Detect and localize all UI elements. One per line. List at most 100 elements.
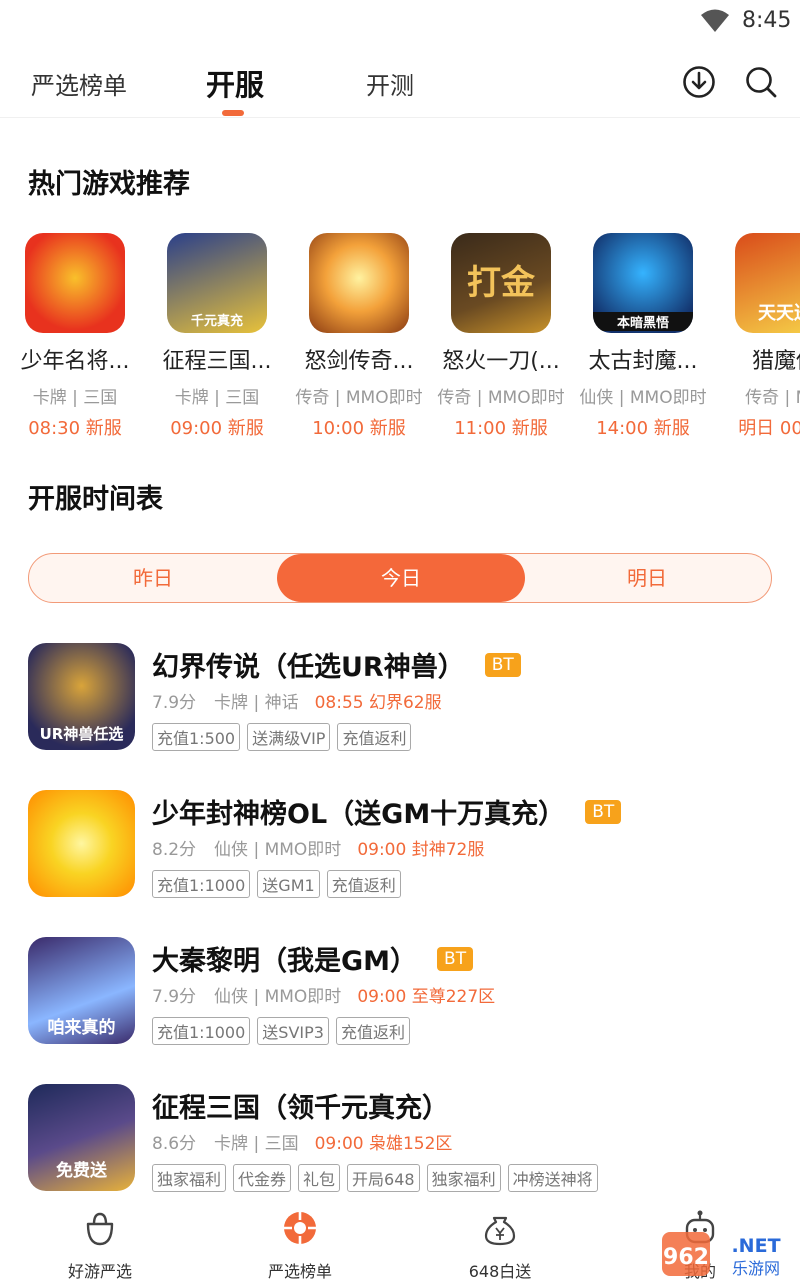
game-tag: 送GM1 <box>257 870 320 898</box>
game-list-item[interactable]: 咱来真的 大秦黎明（我是GM） BT 7.9分 仙侠 | MMO即时 09:00 至… <box>0 937 800 1077</box>
hot-game-tags: 卡牌 | 三国 <box>174 388 260 408</box>
game-title: 征程三国（领千元真充） <box>152 1093 449 1124</box>
game-title: 大秦黎明（我是GM） <box>152 946 418 977</box>
game-icon: 本暗黑悟 <box>593 233 693 333</box>
game-list-item[interactable]: 少年封神榜OL（送GM十万真充） BT 8.2分 仙侠 | MMO即时 09:00 … <box>0 790 800 930</box>
game-icon: 咱来真的 <box>28 937 135 1044</box>
nav-item-648[interactable]: 648白送 <box>440 1208 560 1280</box>
game-tags: 独家福利 代金券 礼包 开局648 独家福利 冲榜送神将 <box>152 1164 605 1192</box>
search-icon[interactable] <box>744 65 778 99</box>
hot-games-carousel[interactable]: 少年名将... 卡牌 | 三国 08:30 新服 千元真充 征程三国... 卡牌… <box>0 233 800 443</box>
tab-ranking[interactable]: 严选榜单 <box>31 66 127 101</box>
game-tags: 充值1:1000 送GM1 充值返利 <box>152 870 408 898</box>
download-icon[interactable] <box>682 65 716 99</box>
hot-game-time: 10:00 新服 <box>312 418 406 439</box>
bag-icon <box>86 1212 114 1246</box>
game-category: 卡牌 | 三国 <box>214 1134 299 1154</box>
hot-game-name: 猎魔传 <box>751 349 800 374</box>
hot-game-card[interactable]: 千元真充 征程三国... 卡牌 | 三国 09:00 新服 <box>146 233 288 440</box>
hot-game-tags: 卡牌 | 三国 <box>32 388 118 408</box>
game-icon: 天天送 <box>735 233 800 333</box>
game-tag: 礼包 <box>298 1164 341 1192</box>
game-icon-caption: 免费送 <box>56 1161 107 1181</box>
site-watermark: 962 .NET 乐游网 <box>662 1232 781 1278</box>
game-score: 8.2分 <box>152 840 197 860</box>
hot-game-tags: 传奇 | MMO即时 <box>295 388 423 408</box>
game-score: 8.6分 <box>152 1134 197 1154</box>
game-icon-caption: 本暗黑悟 <box>593 312 693 331</box>
game-category: 仙侠 | MMO即时 <box>214 840 342 860</box>
game-icon <box>28 790 135 897</box>
nav-label: 好游严选 <box>67 1262 132 1280</box>
game-icon: UR神兽任选 <box>28 643 135 750</box>
game-icon: 免费送 <box>28 1084 135 1191</box>
hot-game-card[interactable]: 少年名将... 卡牌 | 三国 08:30 新服 <box>4 233 146 440</box>
bt-badge: BT <box>585 799 622 824</box>
game-icon-caption: 咱来真的 <box>47 1018 116 1038</box>
hot-game-time: 明日 00:10 <box>738 418 800 439</box>
game-title-row: 征程三国（领千元真充） <box>152 1086 449 1125</box>
money-bag-icon <box>484 1216 516 1246</box>
hot-game-time: 11:00 新服 <box>454 418 548 439</box>
game-tag: 代金券 <box>233 1164 292 1192</box>
hot-game-name: 怒火一刀(... <box>442 349 560 374</box>
active-tab-indicator <box>222 110 244 116</box>
game-tag: 充值返利 <box>326 870 401 898</box>
tab-server-open[interactable]: 开服 <box>206 62 264 104</box>
schedule-title: 开服时间表 <box>28 484 163 515</box>
hot-game-time: 08:30 新服 <box>28 418 122 439</box>
game-tag: 充值返利 <box>335 1017 410 1045</box>
hot-game-name: 太古封魔... <box>588 349 698 374</box>
game-tag: 充值1:500 <box>152 723 241 751</box>
hot-game-card[interactable]: 天天送 猎魔传 传奇 | MM 明日 00:10 <box>714 233 800 440</box>
game-server-time: 09:00 封神72服 <box>357 840 485 860</box>
segment-tomorrow[interactable]: 明日 <box>523 554 771 602</box>
game-meta: 7.9分 仙侠 | MMO即时 09:00 至尊227区 <box>152 982 495 1007</box>
nav-item-home[interactable]: 好游严选 <box>40 1208 160 1280</box>
hot-game-card[interactable]: 怒剑传奇... 传奇 | MMO即时 10:00 新服 <box>288 233 430 440</box>
nav-label: 648白送 <box>468 1262 532 1280</box>
svg-text:.NET: .NET <box>731 1235 780 1257</box>
game-meta: 8.6分 卡牌 | 三国 09:00 枭雄152区 <box>152 1129 452 1154</box>
status-time: 8:45 <box>742 8 792 33</box>
game-category: 卡牌 | 神话 <box>214 693 299 713</box>
segment-yesterday[interactable]: 昨日 <box>29 554 277 602</box>
hot-game-name: 少年名将... <box>20 349 130 374</box>
hot-games-title: 热门游戏推荐 <box>28 169 190 200</box>
game-tag: 冲榜送神将 <box>507 1164 598 1192</box>
game-title: 幻界传说（任选UR神兽） <box>152 652 465 683</box>
game-score: 7.9分 <box>152 987 197 1007</box>
game-title-row: 幻界传说（任选UR神兽） BT <box>152 645 521 684</box>
game-tag: 充值1:1000 <box>152 1017 251 1045</box>
game-icon <box>25 233 125 333</box>
hot-game-card[interactable]: 本暗黑悟 太古封魔... 仙侠 | MMO即时 14:00 新服 <box>572 233 714 440</box>
hot-game-tags: 传奇 | MMO即时 <box>437 388 565 408</box>
game-tag: 开局648 <box>347 1164 420 1192</box>
game-tag: 送SVIP3 <box>257 1017 329 1045</box>
game-icon: 千元真充 <box>167 233 267 333</box>
game-icon-caption: 打金 <box>467 263 535 303</box>
hot-game-name: 征程三国... <box>162 349 272 374</box>
ranking-target-icon <box>284 1212 316 1244</box>
game-score: 7.9分 <box>152 693 197 713</box>
game-icon-caption: 千元真充 <box>190 314 243 329</box>
game-tag: 充值1:1000 <box>152 870 251 898</box>
nav-item-ranking[interactable]: 严选榜单 <box>240 1208 360 1280</box>
status-bar: 8:45 <box>0 0 800 44</box>
tab-test-open[interactable]: 开测 <box>366 66 414 101</box>
svg-text:962: 962 <box>663 1245 709 1270</box>
game-meta: 7.9分 卡牌 | 神话 08:55 幻界62服 <box>152 688 442 713</box>
game-icon-caption: UR神兽任选 <box>39 725 124 743</box>
game-title-row: 少年封神榜OL（送GM十万真充） BT <box>152 792 622 831</box>
hot-game-card[interactable]: 打金 怒火一刀(... 传奇 | MMO即时 11:00 新服 <box>430 233 572 440</box>
game-icon-caption: 天天送 <box>758 303 800 324</box>
game-category: 仙侠 | MMO即时 <box>214 987 342 1007</box>
hot-game-time: 14:00 新服 <box>596 418 690 439</box>
hot-game-time: 09:00 新服 <box>170 418 264 439</box>
hot-game-name: 怒剑传奇... <box>304 349 414 374</box>
svg-text:乐游网: 乐游网 <box>732 1259 780 1278</box>
segment-today[interactable]: 今日 <box>277 554 525 602</box>
game-title: 少年封神榜OL（送GM十万真充） <box>152 799 566 830</box>
top-tab-bar: 严选榜单 开服 开测 <box>0 44 800 118</box>
game-list-item[interactable]: UR神兽任选 幻界传说（任选UR神兽） BT 7.9分 卡牌 | 神话 08:55 … <box>0 643 800 783</box>
